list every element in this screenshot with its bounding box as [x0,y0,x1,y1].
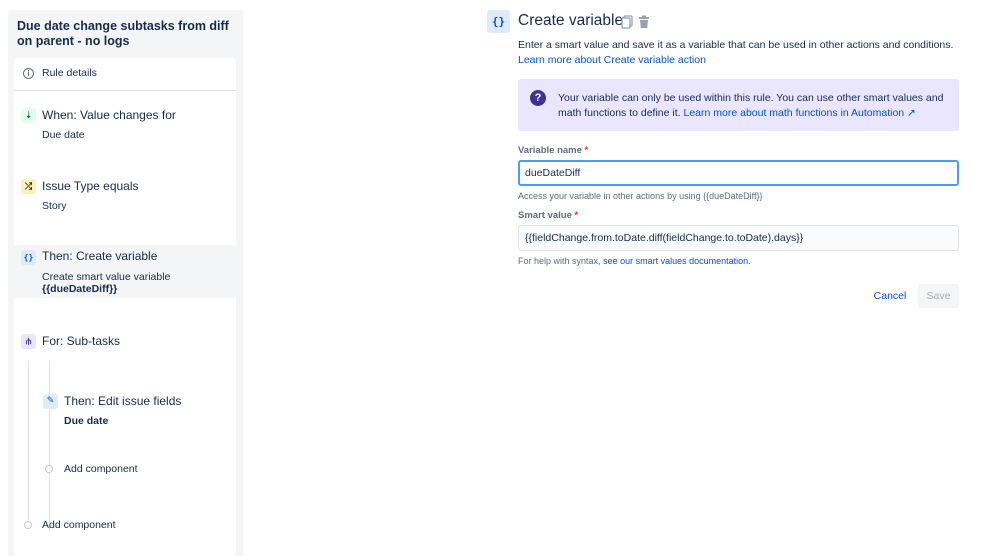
step-title: For: Sub-tasks [42,334,121,348]
step-title: Then: Create variable [42,249,158,263]
smart-value-label: Smart value * [518,210,578,221]
variable-icon: {} [487,10,510,33]
step-title: When: Value changes for [42,108,176,122]
variable-name-input[interactable] [518,160,959,186]
step-subtitle: Create smart value variable [42,271,171,283]
smart-value-input[interactable] [518,225,959,251]
add-component-dot [45,465,53,473]
branch-step[interactable]: ⫛ For: Sub-tasks [14,332,236,352]
notice-text: Your variable can only be used within th… [558,91,953,121]
variable-name-hint: Access your variable in other actions by… [518,191,763,201]
info-icon: i [23,68,34,79]
edit-icon: ✎ [43,394,58,409]
trigger-step[interactable]: ⇣ When: Value changes for Due date [14,106,236,146]
required-marker: * [574,210,579,221]
rule-title: Due date change subtasks from diff on pa… [17,19,229,48]
variable-icon: {} [21,250,36,265]
info-notice: ? Your variable can only be used within … [518,79,959,131]
cancel-button[interactable]: Cancel [866,284,914,308]
smart-value-hint-text: For help with syntax, [518,256,601,266]
field-change-icon: ⇣ [21,108,36,123]
condition-icon: ⤮ [21,179,36,194]
smart-value-label-text: Smart value [518,210,572,221]
branch-icon: ⫛ [21,334,36,349]
condition-step[interactable]: ⤮ Issue Type equals Story [14,177,236,217]
add-component-outer[interactable]: Add component [42,519,116,531]
rule-panel: Due date change subtasks from diff on pa… [8,10,243,556]
variable-name-label: Variable name * [518,145,588,156]
step-title: Then: Edit issue fields [64,394,182,408]
save-button[interactable]: Save [918,284,959,308]
divider [49,361,50,531]
step-title: Issue Type equals [42,179,139,193]
math-functions-link[interactable]: Learn more about math functions in Autom… [684,107,916,119]
component-title: Create variable [518,12,624,29]
learn-more-link[interactable]: Learn more about Create variable action [518,54,706,66]
smart-value-hint: For help with syntax, see our smart valu… [518,256,751,266]
create-variable-step[interactable]: {} Then: Create variable Create smart va… [14,245,236,298]
smart-values-docs-link[interactable]: see our smart values documentation. [603,256,751,266]
edit-issue-step[interactable]: ✎ Then: Edit issue fields Due date [14,392,236,432]
step-subtitle: Story [42,200,67,212]
question-icon: ? [530,90,546,106]
add-component-inner[interactable]: Add component [64,463,138,475]
divider [28,361,29,526]
rule-details-label: Rule details [42,67,97,79]
add-component-dot [24,521,32,529]
trash-icon[interactable] [638,15,650,29]
copy-icon[interactable] [621,15,633,29]
required-marker: * [584,145,589,156]
step-variable-name: {{dueDateDiff}} [42,283,118,295]
step-subtitle: Due date [64,415,109,427]
rule-card: i Rule details ⇣ When: Value changes for… [14,58,236,556]
rule-details-row[interactable]: i Rule details [14,58,236,91]
step-subtitle: Due date [42,129,85,141]
component-description: Enter a smart value and save it as a var… [518,39,954,51]
variable-name-label-text: Variable name [518,145,582,156]
